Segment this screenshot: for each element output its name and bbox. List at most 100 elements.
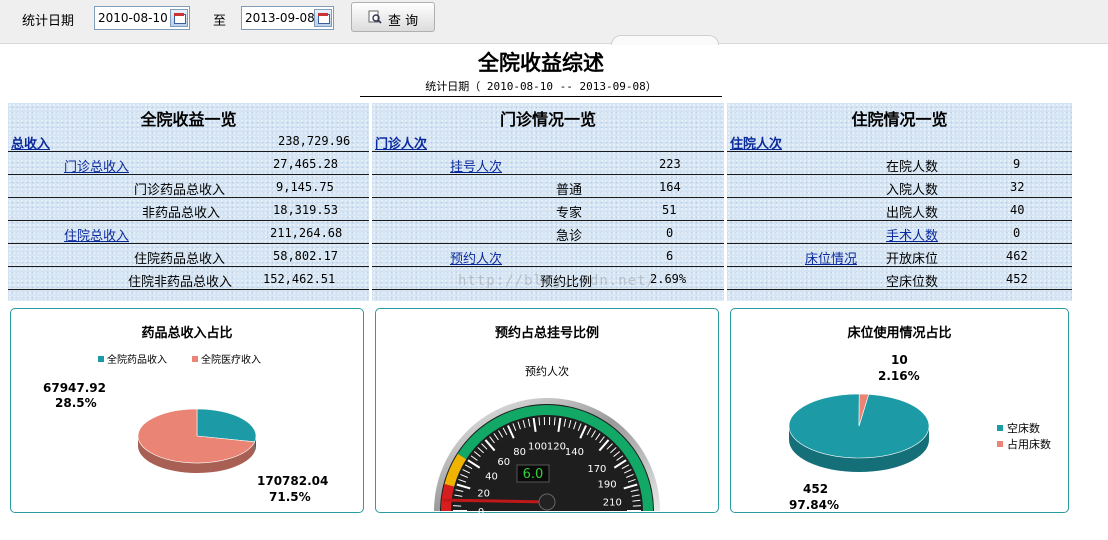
total-income-value: 238,729.96 [278, 134, 351, 148]
ip-drug-income-value: 58,802.17 [273, 249, 339, 263]
surgery-link[interactable]: 手术人数 [886, 225, 938, 244]
legend-swatch-medical [192, 356, 198, 362]
watermark: http://blog.csdn.net/ [458, 273, 657, 289]
appointment-ratio-chart: 预约占总挂号比例 预约人次 0 20 40 60 80 100 120 140 170 190 21… [375, 308, 719, 513]
gauge-tick-label: 60 [497, 457, 510, 468]
table-row: 住院药品总收入 58,802.17 [8, 245, 369, 267]
income-overview-table: 全院收益一览 总收入 238,729.96 门诊总收入 27,465.28 门诊… [8, 103, 369, 301]
op-nondrug-income-value: 18,319.53 [273, 203, 339, 217]
table-row: 住院总收入 211,264.68 [8, 222, 369, 244]
legend-swatch-occupied [997, 441, 1003, 447]
in-hospital-label: 在院人数 [886, 160, 939, 175]
date-range-subtitle: 统计日期（ 2010-08-10 -- 2013-09-08） [360, 78, 722, 97]
registration-value: 223 [659, 157, 681, 171]
legend-label-occupied: 占用床数 [1007, 437, 1051, 451]
table-row: 在院人数 9 [727, 153, 1072, 175]
table-row: 住院人次 [727, 130, 1072, 152]
table-row: 床位情况 开放床位 462 [727, 245, 1072, 267]
chart-title: 床位使用情况占比 [847, 326, 952, 341]
inpatient-table-title: 住院情况一览 [851, 110, 948, 129]
slice-percent-label-empty: 97.84% [789, 498, 839, 512]
table-row: 急诊 0 [372, 222, 724, 244]
empty-bed-label: 空床位数 [886, 275, 939, 290]
search-icon [368, 10, 382, 24]
drug-income-pie: 全院药品收入 全院医疗收入 67947.92 28.5% 170782.04 7… [43, 353, 328, 504]
table-row: 预约人次 6 [372, 245, 724, 267]
collapse-handle[interactable] [611, 35, 719, 45]
start-date-value: 2010-08-10 [98, 11, 168, 25]
registration-link[interactable]: 挂号人次 [450, 156, 502, 175]
slice-value-label-occupied: 10 [891, 353, 908, 367]
inpatient-overview-table: 住院情况一览 住院人次 在院人数 9 入院人数 32 出院人数 40 手术人数 … [727, 103, 1072, 301]
table-row: 专家 51 [372, 199, 724, 221]
table-row: 非药品总收入 18,319.53 [8, 199, 369, 221]
outpatient-visits-link[interactable]: 门诊人次 [375, 133, 427, 152]
appointment-value: 6 [666, 249, 674, 263]
table-row: 出院人数 40 [727, 199, 1072, 221]
inpatient-visits-link[interactable]: 住院人次 [730, 133, 782, 152]
in-hospital-value: 9 [1013, 157, 1021, 171]
pie-slices [788, 393, 930, 472]
slice-value-label-drug: 67947.92 [43, 381, 106, 395]
appointment-link[interactable]: 预约人次 [450, 248, 502, 267]
expert-reg-label: 专家 [556, 206, 583, 221]
bed-usage-pie: 10 2.16% 空床数 占用床数 452 97.84% [788, 353, 1051, 512]
income-table-title: 全院收益一览 [140, 110, 237, 129]
legend-label-empty: 空床数 [1007, 421, 1040, 435]
table-row: 住院非药品总收入 152,462.51 [8, 268, 369, 290]
table-row: 普通 164 [372, 176, 724, 198]
empty-bed-value: 452 [1006, 272, 1028, 286]
app-root: 统计日期 2010-08-10 至 2013-09-08 查 询 全院收益综述 … [0, 0, 1108, 540]
legend-label-medical: 全院医疗收入 [201, 353, 261, 366]
gauge-tick-label: 20 [477, 488, 490, 499]
gauge-tick-label: 0 [478, 507, 484, 513]
slice-percent-label-medical: 71.5% [269, 490, 311, 504]
inpatient-income-link[interactable]: 住院总收入 [64, 225, 129, 244]
bed-status-link[interactable]: 床位情况 [805, 248, 857, 267]
calendar-icon[interactable] [314, 9, 332, 27]
discharge-value: 40 [1010, 203, 1025, 217]
gauge-tick-label: 120 [547, 442, 566, 453]
gauge-tick [538, 417, 541, 426]
emergency-reg-label: 急诊 [556, 229, 583, 244]
gauge-needle [443, 498, 548, 504]
table-row: 门诊药品总收入 9,145.75 [8, 176, 369, 198]
filter-toolbar: 统计日期 2010-08-10 至 2013-09-08 查 询 [0, 0, 1108, 44]
table-row: 手术人数 0 [727, 222, 1072, 244]
table-row: 总收入 238,729.96 [8, 130, 369, 152]
gauge-tick [553, 417, 556, 426]
appointment-gauge: 预约人次 0 20 40 6080 100 120140170 190 210 6.0 [434, 364, 660, 513]
gauge-tick-label: 170 [587, 464, 606, 475]
drug-income-chart: 药品总收入占比 全院药品收入 全院医疗收入 67947.92 28.5% 170… [10, 308, 364, 513]
date-label: 统计日期 [22, 14, 75, 29]
slice-percent-label-occupied: 2.16% [878, 369, 920, 383]
outpatient-table-title: 门诊情况一览 [499, 110, 596, 129]
table-row: 空床位数 452 [727, 268, 1072, 290]
gauge-tick-label: 140 [565, 447, 584, 458]
legend-swatch-empty [997, 425, 1003, 431]
gauge-value: 6.0 [523, 467, 544, 482]
calendar-icon[interactable] [170, 9, 188, 27]
end-date-value: 2013-09-08 [245, 11, 315, 25]
legend-swatch-drug [98, 356, 104, 362]
discharge-label: 出院人数 [886, 206, 939, 221]
outpatient-income-value: 27,465.28 [273, 157, 339, 171]
open-bed-label: 开放床位 [886, 252, 939, 267]
outpatient-income-link[interactable]: 门诊总收入 [64, 156, 129, 175]
admission-label: 入院人数 [886, 183, 939, 198]
query-button[interactable]: 查 询 [351, 2, 435, 32]
ip-drug-income-label: 住院药品总收入 [134, 252, 226, 267]
gauge-tick-label: 190 [597, 480, 616, 491]
start-date-input[interactable]: 2010-08-10 [94, 6, 190, 30]
end-date-input[interactable]: 2013-09-08 [241, 6, 334, 30]
op-nondrug-income-label: 非药品总收入 [142, 206, 221, 221]
gauge-label: 预约人次 [525, 364, 569, 378]
op-drug-income-label: 门诊药品总收入 [134, 183, 226, 198]
emergency-reg-value: 0 [666, 226, 674, 240]
normal-reg-label: 普通 [556, 183, 583, 198]
page-title: 全院收益综述 [478, 51, 604, 75]
gauge-tick-label: 80 [513, 447, 526, 458]
slice-value-label-empty: 452 [803, 482, 828, 496]
admission-value: 32 [1010, 180, 1025, 194]
total-income-link[interactable]: 总收入 [11, 133, 50, 152]
